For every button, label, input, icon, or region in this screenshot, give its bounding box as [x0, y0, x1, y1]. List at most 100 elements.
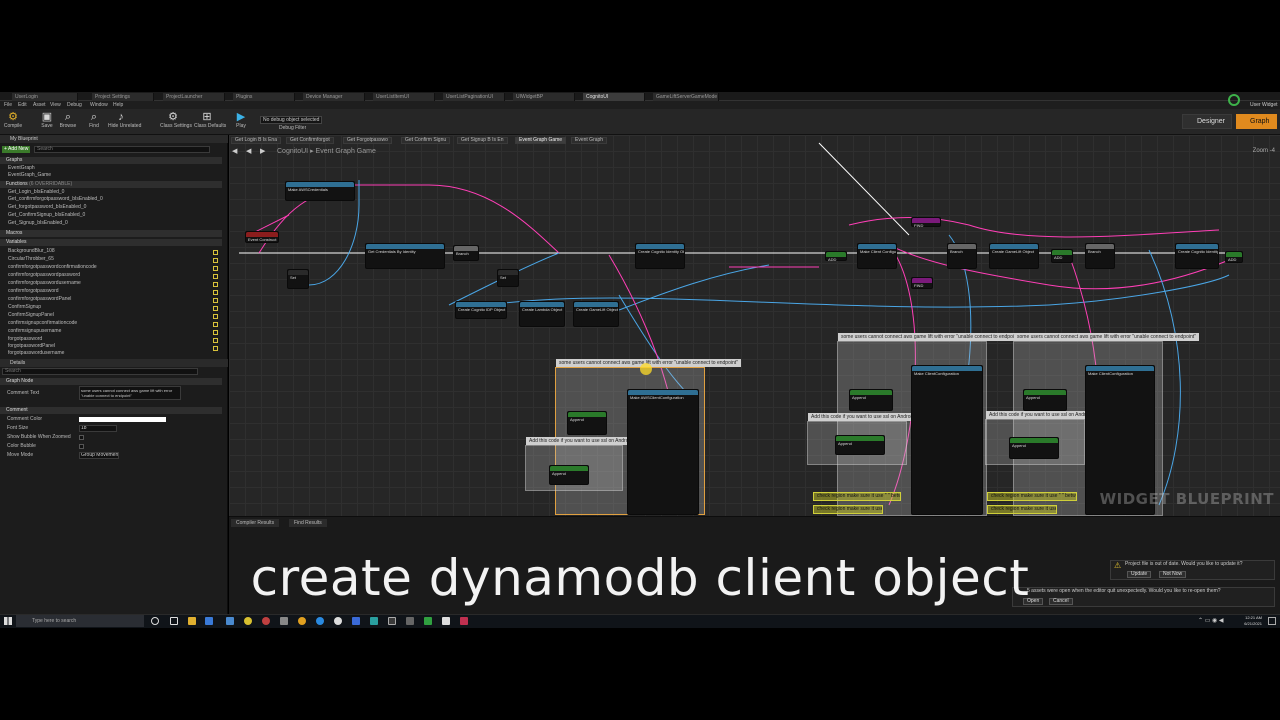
- function-item[interactable]: Get_Login_bIsEnabled_0: [8, 189, 208, 196]
- graph-node[interactable]: Make AWSClientConfiguration: [627, 389, 699, 515]
- menu-edit[interactable]: Edit: [18, 101, 27, 109]
- variable-item[interactable]: ConfirmSignupPanel: [8, 312, 208, 319]
- graph-node[interactable]: Create Cognito Identity Object: [635, 243, 685, 269]
- graph-editor-canvas[interactable]: Get Login B Is Ena Get Confirmforgot Get…: [229, 135, 1280, 516]
- details-search-input[interactable]: Search: [2, 368, 198, 375]
- app-icon[interactable]: [370, 617, 378, 625]
- play-button[interactable]: ▶ Play: [228, 110, 254, 134]
- app-icon[interactable]: [298, 617, 306, 625]
- function-item[interactable]: Get_confirmforgotpassword_bIsEnabled_0: [8, 196, 208, 203]
- graph-item[interactable]: EventGraph: [8, 165, 208, 172]
- comment-section[interactable]: Comment: [0, 407, 222, 414]
- visibility-eye-icon[interactable]: [213, 250, 218, 255]
- macros-section[interactable]: Macros: [0, 230, 222, 237]
- class-defaults-button[interactable]: ⊞ Class Defaults: [194, 110, 226, 134]
- comment-text-field[interactable]: some users cannot connect aws game lift …: [79, 386, 181, 400]
- graphs-section[interactable]: Graphs: [0, 157, 222, 164]
- graph-item[interactable]: EventGraph_Game: [8, 172, 208, 179]
- graph-node[interactable]: Branch: [947, 243, 977, 269]
- variable-item[interactable]: CircularThrobber_65: [8, 256, 208, 263]
- class-settings-button[interactable]: ⚙ Class Settings: [160, 110, 192, 134]
- visibility-eye-icon[interactable]: [213, 258, 218, 263]
- designer-button[interactable]: Designer: [1182, 114, 1232, 129]
- visibility-eye-icon[interactable]: [213, 314, 218, 319]
- graph-node[interactable]: ADD: [825, 251, 847, 262]
- visibility-eye-icon[interactable]: [213, 322, 218, 327]
- function-item[interactable]: Get_ConfirmSignup_bIsEnabled_0: [8, 212, 208, 219]
- graph-node[interactable]: Event Construct: [245, 231, 279, 243]
- variable-item[interactable]: forgotpassword: [8, 336, 208, 343]
- graph-node[interactable]: Append: [835, 435, 885, 455]
- graph-node[interactable]: Create Cognito Identity Object: [1175, 243, 1219, 269]
- tab-userlogin[interactable]: UserLogin: [12, 93, 78, 101]
- tab-uiwidgetbp[interactable]: UIWidgetBP: [513, 93, 575, 101]
- tab-plugins[interactable]: Plugins: [233, 93, 295, 101]
- color-bubble-checkbox[interactable]: [79, 444, 84, 449]
- graph-node[interactable]: Create Cognito IDP Object: [455, 301, 507, 319]
- graph-node[interactable]: Make AWSCredentials: [285, 181, 355, 201]
- region-comment[interactable]: check region make sure it use " " betwee…: [813, 492, 901, 501]
- graph-node[interactable]: Append: [1009, 437, 1059, 459]
- menu-asset[interactable]: Asset: [33, 101, 46, 109]
- app-icon[interactable]: [424, 617, 432, 625]
- font-size-field[interactable]: 18: [79, 425, 117, 432]
- function-item[interactable]: Get_Signup_bIsEnabled_0: [8, 220, 208, 227]
- variable-item[interactable]: confirmforgotpasswordconfirmationcode: [8, 264, 208, 271]
- debug-object-select[interactable]: No debug object selected: [260, 116, 322, 124]
- find-results-tab[interactable]: Find Results: [289, 519, 327, 527]
- graph-node[interactable]: Append: [849, 389, 893, 411]
- variable-item[interactable]: confirmforgotpassword: [8, 288, 208, 295]
- tab-device-manager[interactable]: Device Manager: [303, 93, 365, 101]
- browse-button[interactable]: ⌕ Browse: [55, 110, 81, 134]
- tab-project-launcher[interactable]: ProjectLauncher: [163, 93, 225, 101]
- visibility-eye-icon[interactable]: [213, 298, 218, 303]
- graph-node[interactable]: Append: [1023, 389, 1067, 411]
- tab-project-settings[interactable]: Project Settings: [92, 93, 154, 101]
- add-new-button[interactable]: + Add New: [2, 146, 30, 153]
- variable-item[interactable]: BackgroundBlur_108: [8, 248, 208, 255]
- variable-item[interactable]: confirmforgotpasswordpassword: [8, 272, 208, 279]
- blueprint-search-input[interactable]: Search: [34, 146, 210, 153]
- graph-node[interactable]: Append: [567, 411, 607, 435]
- functions-section[interactable]: Functions (6 OVERRIDABLE): [0, 181, 222, 188]
- app-icon[interactable]: [388, 617, 396, 625]
- graph-node[interactable]: Make Client Configuration: [857, 243, 897, 269]
- visibility-eye-icon[interactable]: [213, 338, 218, 343]
- graph-node[interactable]: FIND: [911, 277, 933, 289]
- visual-studio-icon[interactable]: [460, 617, 468, 625]
- windows-start-icon[interactable]: [4, 617, 12, 625]
- mail-icon[interactable]: [226, 617, 234, 625]
- visibility-eye-icon[interactable]: [213, 330, 218, 335]
- taskbar-clock[interactable]: 12:21 AM 6/21/2021: [1244, 615, 1262, 627]
- hide-unrelated-button[interactable]: ♪ Hide Unrelated: [108, 110, 141, 134]
- graph-button[interactable]: Graph: [1236, 114, 1277, 129]
- taskbar-search-input[interactable]: Type here to search: [16, 615, 144, 627]
- app-icon[interactable]: [280, 617, 288, 625]
- store-icon[interactable]: [205, 617, 213, 625]
- menu-help[interactable]: Help: [113, 101, 123, 109]
- variable-item[interactable]: confirmsignupusername: [8, 328, 208, 335]
- visibility-eye-icon[interactable]: [213, 306, 218, 311]
- notification-center-icon[interactable]: [1268, 617, 1276, 625]
- graph-node[interactable]: Create GameLift Object: [989, 243, 1039, 269]
- graph-node[interactable]: Append: [549, 465, 589, 485]
- region-comment[interactable]: check region make sure it use " " betwee…: [813, 505, 883, 514]
- function-item[interactable]: Get_forgotpassword_bIsEnabled_0: [8, 204, 208, 211]
- move-mode-select[interactable]: Group Movement: [79, 452, 119, 459]
- comment-color-swatch[interactable]: [79, 417, 166, 422]
- graph-node[interactable]: Make ClientConfiguration: [911, 365, 983, 515]
- variable-item[interactable]: confirmforgotpasswordPanel: [8, 296, 208, 303]
- cortana-icon[interactable]: [151, 617, 159, 625]
- edge-icon[interactable]: [316, 617, 324, 625]
- variable-item[interactable]: confirmsignupconfirmationcode: [8, 320, 208, 327]
- file-explorer-icon[interactable]: [188, 617, 196, 625]
- visibility-eye-icon[interactable]: [213, 290, 218, 295]
- show-bubble-checkbox[interactable]: [79, 435, 84, 440]
- graph-node[interactable]: Get Credentials By Identity: [365, 243, 445, 269]
- graph-node[interactable]: Branch: [1085, 243, 1115, 269]
- app-icon[interactable]: [262, 617, 270, 625]
- variable-item[interactable]: forgotpasswordPanel: [8, 343, 208, 350]
- visibility-eye-icon[interactable]: [213, 282, 218, 287]
- graph-node[interactable]: ADD: [1051, 249, 1073, 263]
- tab-cognitoui[interactable]: CognitoUI: [583, 93, 645, 101]
